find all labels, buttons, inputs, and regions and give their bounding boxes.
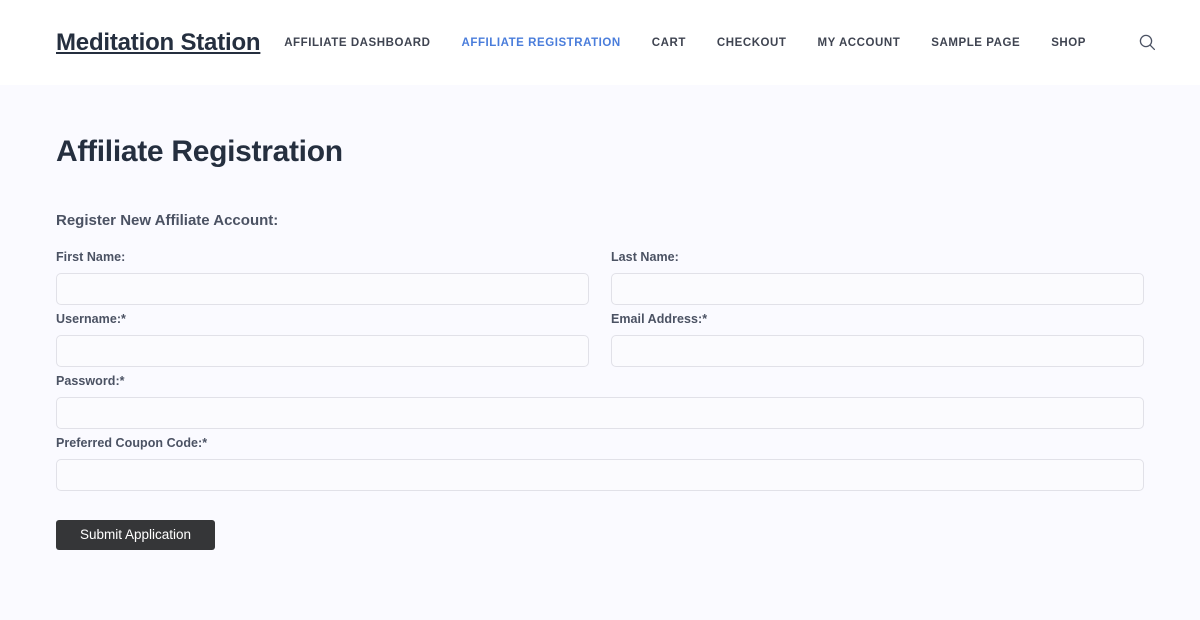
nav-item-my-account[interactable]: MY ACCOUNT <box>817 37 900 49</box>
form-row-password: Password:* <box>56 374 1144 436</box>
label-preferred-coupon-code: Preferred Coupon Code:* <box>56 436 208 450</box>
field-last-name: Last Name: <box>611 250 1144 305</box>
form-row-account: Username:* Email Address:* <box>56 312 1144 374</box>
label-email-address: Email Address:* <box>611 312 708 326</box>
nav-item-shop[interactable]: SHOP <box>1051 37 1086 49</box>
input-first-name[interactable] <box>56 273 589 305</box>
input-email-address[interactable] <box>611 335 1144 367</box>
field-username: Username:* <box>56 312 589 367</box>
label-username: Username:* <box>56 312 126 326</box>
field-password: Password:* <box>56 374 1144 429</box>
section-title: Register New Affiliate Account: <box>56 212 279 229</box>
nav-item-checkout[interactable]: CHECKOUT <box>717 37 787 49</box>
field-first-name: First Name: <box>56 250 589 305</box>
input-preferred-coupon-code[interactable] <box>56 459 1144 491</box>
nav-item-cart[interactable]: CART <box>652 37 686 49</box>
input-password[interactable] <box>56 397 1144 429</box>
primary-navigation: AFFILIATE DASHBOARD AFFILIATE REGISTRATI… <box>284 30 1160 56</box>
nav-item-affiliate-dashboard[interactable]: AFFILIATE DASHBOARD <box>284 37 430 49</box>
search-icon[interactable] <box>1134 30 1160 56</box>
input-username[interactable] <box>56 335 589 367</box>
nav-item-affiliate-registration[interactable]: AFFILIATE REGISTRATION <box>462 37 621 49</box>
site-header: Meditation Station AFFILIATE DASHBOARD A… <box>0 0 1200 85</box>
page-title: Affiliate Registration <box>56 135 343 168</box>
form-actions: Submit Application <box>56 498 1144 550</box>
form-row-coupon: Preferred Coupon Code:* <box>56 436 1144 498</box>
label-last-name: Last Name: <box>611 250 679 264</box>
field-preferred-coupon-code: Preferred Coupon Code:* <box>56 436 1144 491</box>
affiliate-registration-form: First Name: Last Name: Username:* Email … <box>56 229 1144 550</box>
input-last-name[interactable] <box>611 273 1144 305</box>
label-password: Password:* <box>56 374 125 388</box>
site-brand-logo[interactable]: Meditation Station <box>56 30 261 55</box>
main-content: Affiliate Registration Register New Affi… <box>0 85 1200 550</box>
label-first-name: First Name: <box>56 250 126 264</box>
form-row-name: First Name: Last Name: <box>56 250 1144 312</box>
submit-application-button[interactable]: Submit Application <box>56 520 216 550</box>
nav-item-sample-page[interactable]: SAMPLE PAGE <box>931 37 1020 49</box>
field-email-address: Email Address:* <box>611 312 1144 367</box>
